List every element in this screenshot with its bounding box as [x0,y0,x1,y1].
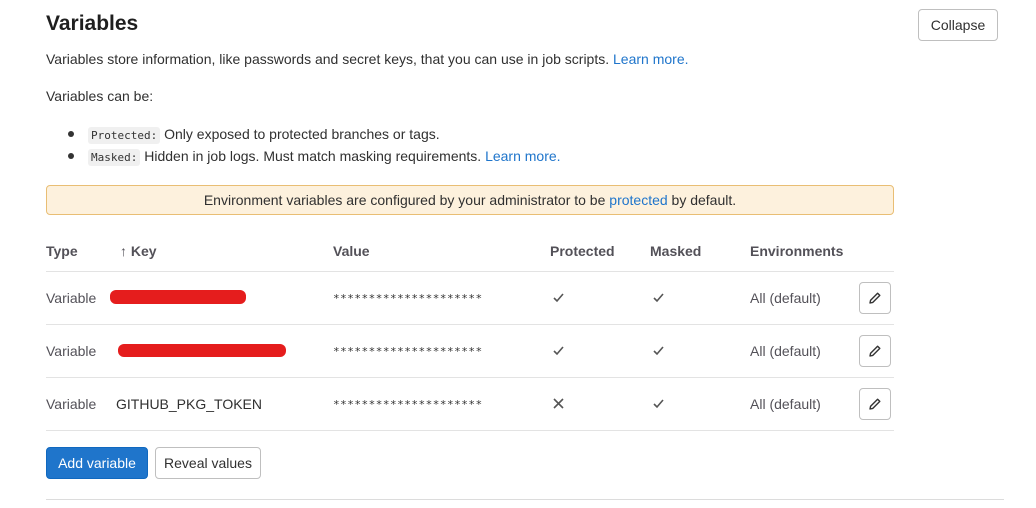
reveal-values-button[interactable]: Reveal values [155,447,261,479]
intro-description: Variables store information, like passwo… [46,51,689,67]
environment-scope: All (default) [750,290,821,306]
table-divider [46,271,894,272]
variables-can-be-label: Variables can be: [46,88,154,104]
column-header-key[interactable]: ↑ Key [120,243,157,259]
variable-type: Variable [46,290,97,306]
masked-value: ********************* [333,292,483,305]
column-header-environments: Environments [750,243,844,259]
close-icon [552,397,565,415]
collapse-button[interactable]: Collapse [918,9,998,41]
check-icon [552,291,565,309]
masking-learn-more-link[interactable]: Learn more. [485,148,560,164]
protected-code: Protected: [88,127,161,144]
table-divider [46,430,894,431]
learn-more-link[interactable]: Learn more. [613,51,688,67]
check-icon [652,397,665,415]
column-header-protected: Protected [550,243,615,259]
bullet-dot-icon [68,153,74,159]
protected-link[interactable]: protected [609,192,667,208]
edit-variable-button[interactable] [859,335,891,367]
check-icon [652,291,665,309]
table-divider [46,324,894,325]
section-divider [46,499,1004,500]
bullet-dot-icon [68,131,74,137]
pencil-icon [869,345,881,357]
edit-variable-button[interactable] [859,282,891,314]
masked-value: ********************* [333,398,483,411]
variable-options-list: Protected: Only exposed to protected bra… [64,123,561,167]
check-icon [552,344,565,362]
variable-type: Variable [46,396,97,412]
sort-ascending-icon: ↑ [120,243,127,259]
masked-value: ********************* [333,345,483,358]
pencil-icon [869,398,881,410]
variable-key: GITHUB_PKG_TOKEN [116,396,263,412]
column-header-value: Value [333,243,370,259]
column-header-type: Type [46,243,78,259]
environment-scope: All (default) [750,343,821,359]
variable-type: Variable [46,343,97,359]
check-icon [652,344,665,362]
alert-text-after: by default. [671,192,737,208]
edit-variable-button[interactable] [859,388,891,420]
masked-description: Hidden in job logs. Must match masking r… [144,148,482,164]
environment-scope: All (default) [750,396,821,412]
column-header-masked: Masked [650,243,702,259]
redacted-key [118,344,286,357]
redacted-key [110,290,246,304]
pencil-icon [869,292,881,304]
protected-default-alert: Environment variables are configured by … [46,185,894,215]
list-item: Protected: Only exposed to protected bra… [64,123,561,145]
alert-text-before: Environment variables are configured by … [203,192,606,208]
protected-description: Only exposed to protected branches or ta… [164,126,440,142]
masked-code: Masked: [88,149,141,166]
list-item: Masked: Hidden in job logs. Must match m… [64,145,561,167]
table-divider [46,377,894,378]
add-variable-button[interactable]: Add variable [46,447,148,479]
intro-text: Variables store information, like passwo… [46,51,610,67]
column-header-key-label: Key [130,243,157,259]
page-title: Variables [46,12,139,35]
